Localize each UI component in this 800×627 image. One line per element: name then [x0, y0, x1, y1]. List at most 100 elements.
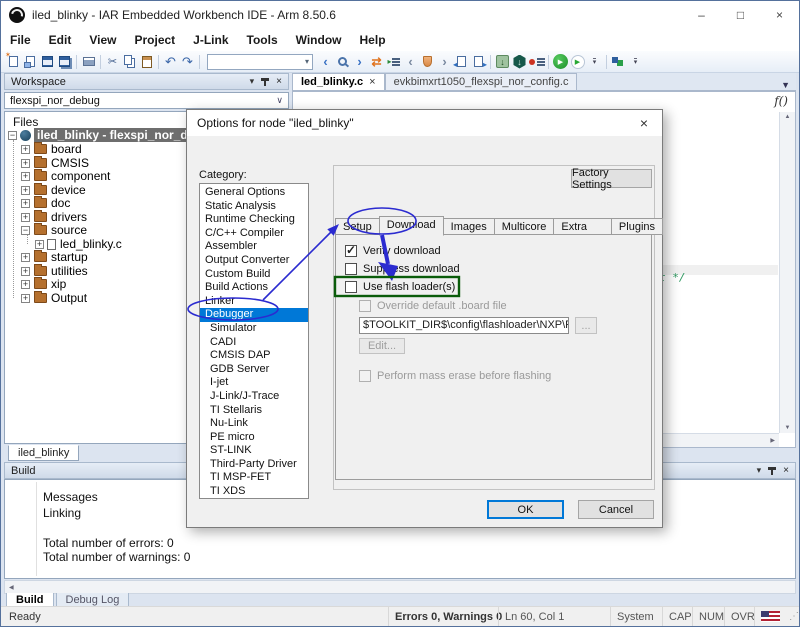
workspace-bottom-tab[interactable]: iled_blinky — [8, 445, 80, 461]
save-all-icon[interactable] — [56, 53, 73, 71]
category-item[interactable]: Output Converter — [200, 254, 308, 268]
dialog-close-icon[interactable]: × — [636, 115, 652, 131]
expand-icon[interactable]: + — [21, 293, 30, 303]
category-item[interactable]: General Options — [200, 186, 308, 200]
breakpoints-icon[interactable] — [528, 53, 545, 71]
expand-icon[interactable]: + — [21, 171, 30, 181]
expand-icon[interactable]: + — [21, 266, 30, 276]
category-item[interactable]: Assembler — [200, 240, 308, 254]
menu-window[interactable]: Window — [287, 33, 351, 47]
category-item[interactable]: CMSIS DAP — [200, 349, 308, 363]
bookmark-next-icon[interactable]: › — [436, 53, 453, 71]
category-item[interactable]: Third-Party Driver — [200, 458, 308, 472]
category-item[interactable]: TI XDS — [200, 485, 308, 498]
collapse-icon[interactable]: − — [8, 130, 17, 140]
expand-icon[interactable]: + — [21, 158, 30, 168]
copy-icon[interactable] — [121, 53, 138, 71]
expand-icon[interactable]: + — [35, 239, 44, 249]
pin-icon[interactable] — [261, 77, 270, 86]
download-debug-icon[interactable]: ↓ — [511, 53, 528, 71]
panel-menu-icon[interactable]: ▾ — [757, 465, 762, 476]
find-icon[interactable] — [334, 53, 351, 71]
open-document-icon[interactable] — [22, 53, 39, 71]
menu-jlink[interactable]: J-Link — [184, 33, 237, 47]
category-item[interactable]: Nu-Link — [200, 417, 308, 431]
menu-tools[interactable]: Tools — [238, 33, 287, 47]
function-list-icon[interactable]: f() — [774, 94, 788, 108]
editor-tab-flexspi-config[interactable]: evkbimxrt1050_flexspi_nor_config.c — [384, 73, 578, 90]
panel-menu-icon[interactable]: ▾ — [250, 76, 255, 87]
category-item[interactable]: Build Actions — [200, 281, 308, 295]
cancel-button[interactable]: Cancel — [578, 500, 654, 519]
collapse-icon[interactable]: − — [21, 225, 30, 235]
category-item[interactable]: Linker — [200, 295, 308, 309]
tab-setup[interactable]: Setup — [335, 218, 380, 235]
tab-download[interactable]: Download — [378, 216, 444, 236]
download-flash-icon[interactable]: ↓ — [494, 53, 511, 71]
ok-button[interactable]: OK — [487, 500, 564, 519]
verify-download-checkbox[interactable] — [345, 243, 357, 257]
panel-close-icon[interactable]: × — [783, 465, 789, 476]
toolbar-overflow-icon[interactable]: ▾ — [586, 53, 603, 71]
run-no-debug-icon[interactable]: ▶ — [569, 53, 586, 71]
undo-icon[interactable]: ↶ — [162, 53, 179, 71]
category-item[interactable]: Static Analysis — [200, 200, 308, 214]
tab-close-icon[interactable]: × — [369, 76, 375, 88]
next-document-icon[interactable] — [470, 53, 487, 71]
category-item[interactable]: I-jet — [200, 376, 308, 390]
build-hscrollbar[interactable]: ◀ — [4, 580, 796, 594]
bookmark-prev-icon[interactable]: ‹ — [402, 53, 419, 71]
menu-help[interactable]: Help — [351, 33, 395, 47]
search-forward-icon[interactable]: › — [351, 53, 368, 71]
keyboard-flag-icon[interactable] — [754, 607, 783, 626]
category-item[interactable]: ST-LINK — [200, 444, 308, 458]
tab-extra-options[interactable]: Extra Options — [553, 218, 612, 248]
expand-icon[interactable]: + — [21, 198, 30, 208]
menu-project[interactable]: Project — [125, 33, 184, 47]
factory-settings-button[interactable]: Factory Settings — [571, 167, 652, 191]
menu-view[interactable]: View — [80, 33, 125, 47]
toolbar-overflow2-icon[interactable]: ▾ — [627, 53, 644, 71]
tab-list-icon[interactable]: ▼ — [775, 80, 796, 90]
category-item[interactable]: J-Link/J-Trace — [200, 390, 308, 404]
expand-icon[interactable]: + — [21, 212, 30, 222]
bookmark-shield-icon[interactable] — [419, 53, 436, 71]
resize-grip[interactable]: ⋰ — [783, 607, 799, 626]
quick-search-combo[interactable]: ▾ — [207, 53, 313, 70]
new-document-icon[interactable] — [5, 51, 22, 71]
category-item[interactable]: PE micro — [200, 431, 308, 445]
category-item[interactable]: GDB Server — [200, 363, 308, 377]
pin-icon[interactable] — [768, 466, 777, 475]
editor-tab-led-blinky[interactable]: led_blinky.c × — [292, 73, 385, 90]
cut-icon[interactable]: ✂ — [104, 53, 121, 71]
minimize-button[interactable]: – — [682, 1, 721, 29]
swap-icon[interactable]: ⇄ — [368, 53, 385, 71]
goto-function-icon[interactable]: ▸ — [385, 53, 402, 71]
expand-icon[interactable]: + — [21, 144, 30, 154]
save-icon[interactable] — [39, 53, 56, 71]
use-flash-loader-checkbox[interactable] — [345, 281, 357, 293]
category-item[interactable]: Runtime Checking — [200, 213, 308, 227]
category-item[interactable]: TI MSP-FET — [200, 471, 308, 485]
expand-icon[interactable]: + — [21, 279, 30, 289]
search-back-icon[interactable]: ‹ — [317, 53, 334, 71]
category-item[interactable]: CADI — [200, 336, 308, 350]
category-item-debugger[interactable]: Debugger — [200, 308, 308, 322]
rtos-blocks-icon[interactable] — [610, 53, 627, 71]
tab-multicore[interactable]: Multicore — [493, 218, 555, 235]
redo-icon[interactable]: ↷ — [179, 53, 196, 71]
category-item[interactable]: TI Stellaris — [200, 404, 308, 418]
run-icon[interactable]: ▶ — [552, 53, 569, 71]
menu-file[interactable]: File — [1, 33, 40, 47]
board-file-input[interactable]: $TOOLKIT_DIR$\config\flashloader\NXP\Fla… — [359, 317, 569, 334]
maximize-button[interactable]: □ — [721, 1, 760, 29]
tab-images[interactable]: Images — [442, 218, 495, 235]
editor-vscrollbar[interactable]: ▲ ▼ — [779, 112, 795, 433]
close-button[interactable]: × — [760, 1, 799, 29]
suppress-download-checkbox[interactable] — [345, 263, 357, 275]
category-item[interactable]: C/C++ Compiler — [200, 227, 308, 241]
paste-icon[interactable] — [138, 53, 155, 71]
expand-icon[interactable]: + — [21, 252, 30, 262]
configuration-selector[interactable]: flexspi_nor_debug ∨ — [4, 92, 289, 109]
menu-edit[interactable]: Edit — [40, 33, 81, 47]
